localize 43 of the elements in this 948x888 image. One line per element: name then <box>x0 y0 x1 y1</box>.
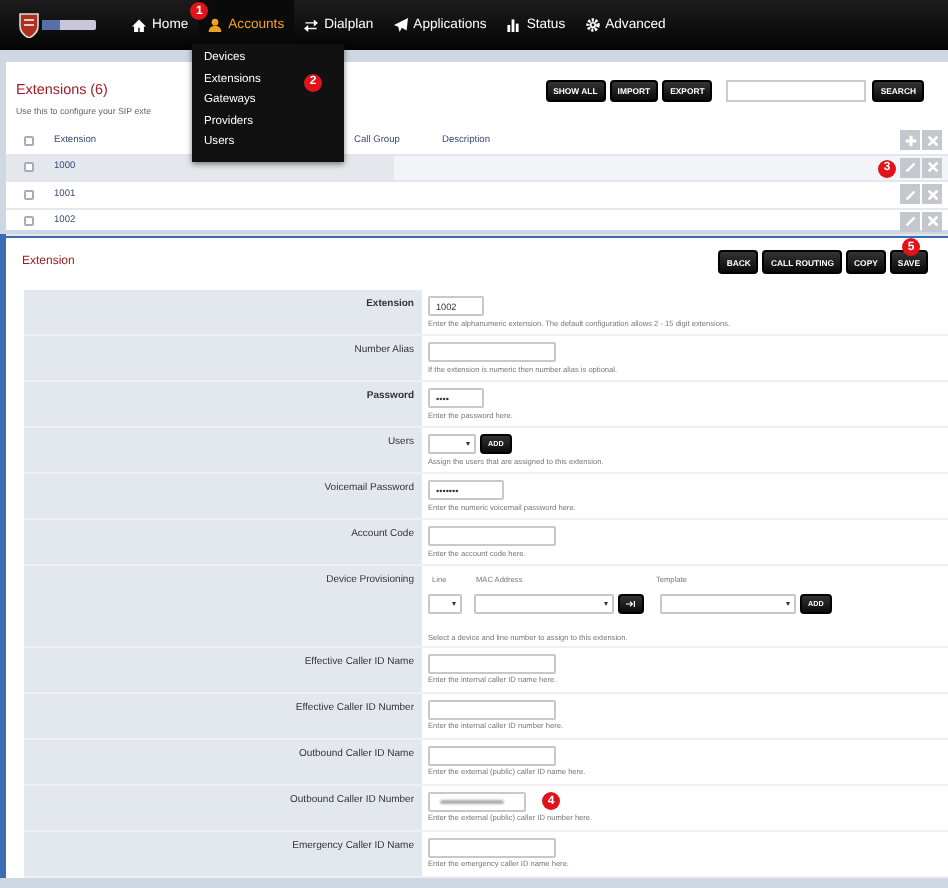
blurred-value <box>440 799 504 804</box>
logo <box>18 12 98 38</box>
checkbox[interactable] <box>24 162 34 173</box>
select-field[interactable] <box>428 594 462 614</box>
home-icon <box>132 18 146 32</box>
edit-button[interactable] <box>900 157 920 178</box>
caret-icon <box>466 442 470 446</box>
search-field[interactable] <box>726 80 867 102</box>
checkbox[interactable] <box>24 135 34 146</box>
input-field[interactable] <box>428 699 556 719</box>
delete-button[interactable] <box>922 157 942 178</box>
close-icon <box>925 160 939 175</box>
input-field[interactable] <box>428 745 556 765</box>
gear-icon <box>585 18 600 32</box>
select-field[interactable] <box>474 594 614 614</box>
plus-icon <box>903 133 917 148</box>
user-icon <box>208 18 223 32</box>
input-field[interactable] <box>428 791 526 811</box>
delete-button[interactable] <box>922 211 942 232</box>
caret-icon <box>604 602 608 606</box>
close-icon <box>925 133 939 148</box>
checkbox[interactable] <box>24 216 34 227</box>
checkbox[interactable] <box>24 189 34 200</box>
input-field[interactable] <box>428 342 556 362</box>
swap-arrows-icon <box>304 18 319 32</box>
send-icon <box>393 18 408 32</box>
close-icon <box>925 187 939 202</box>
add-button[interactable] <box>900 130 920 151</box>
input-field[interactable] <box>428 837 556 857</box>
assign-button[interactable] <box>618 594 644 614</box>
caret-icon <box>452 602 456 606</box>
select-field[interactable] <box>428 434 476 454</box>
bar-chart-icon <box>506 18 521 32</box>
select-field[interactable] <box>660 594 796 614</box>
delete-button[interactable] <box>922 130 942 151</box>
edit-button[interactable] <box>900 184 920 205</box>
close-icon <box>925 214 939 229</box>
input-field[interactable] <box>428 526 556 546</box>
arrow-icon <box>626 599 636 607</box>
caret-icon <box>786 602 790 606</box>
edit-button[interactable] <box>900 211 920 232</box>
delete-button[interactable] <box>922 184 942 205</box>
input-field[interactable] <box>428 653 556 673</box>
